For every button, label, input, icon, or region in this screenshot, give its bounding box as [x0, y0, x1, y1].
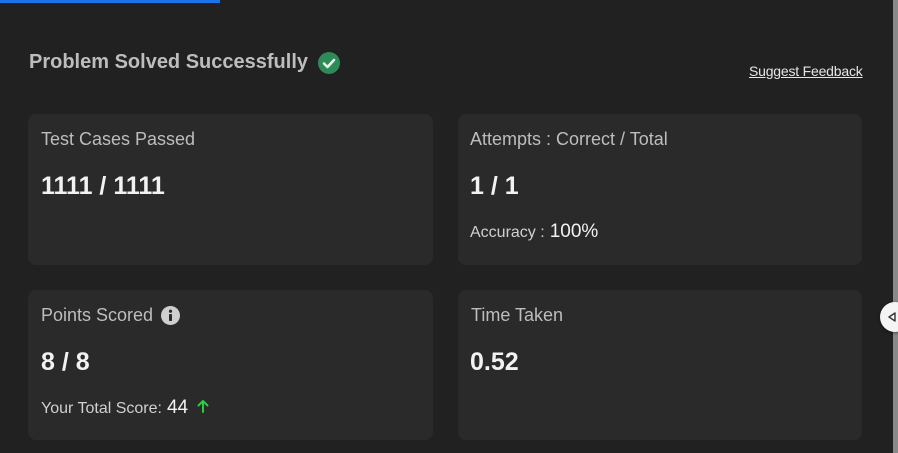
attempts-label: Attempts : Correct / Total	[470, 129, 668, 149]
total-score-row: Your Total Score: 44	[41, 397, 210, 419]
test-cases-card: Test Cases Passed 1111 / 1111	[28, 114, 433, 265]
page-title: Problem Solved Successfully	[29, 51, 308, 73]
total-score-label: Your Total Score:	[41, 400, 162, 417]
result-header: Problem Solved Successfully	[29, 51, 340, 74]
points-label-row: Points Scored	[41, 305, 181, 326]
time-value: 0.52	[470, 348, 519, 376]
accuracy-label: Accuracy :	[470, 224, 545, 241]
time-label: Time Taken	[471, 305, 564, 325]
attempts-card: Attempts : Correct / Total 1 / 1 Accurac…	[458, 114, 862, 265]
points-value: 8 / 8	[41, 348, 90, 376]
info-icon[interactable]	[161, 306, 181, 325]
time-card: Time Taken 0.52	[458, 290, 862, 440]
progress-indicator	[0, 0, 220, 3]
points-card: Points Scored 8 / 8 Your Total Score: 44	[28, 290, 433, 440]
test-cases-value: 1111 / 1111	[41, 172, 165, 200]
triangle-left-icon	[888, 312, 896, 322]
test-cases-label: Test Cases Passed	[41, 129, 196, 149]
total-score-value: 44	[166, 397, 189, 418]
accuracy-value: 100%	[549, 221, 599, 242]
panel-divider[interactable]	[893, 0, 898, 453]
attempts-value: 1 / 1	[470, 172, 519, 200]
arrow-up-icon	[196, 399, 210, 413]
check-circle-icon	[318, 51, 340, 74]
accuracy-row: Accuracy : 100%	[470, 221, 598, 243]
panel-toggle-button[interactable]	[880, 302, 898, 332]
points-label: Points Scored	[41, 305, 154, 325]
suggest-feedback-link[interactable]: Suggest Feedback	[749, 63, 863, 79]
